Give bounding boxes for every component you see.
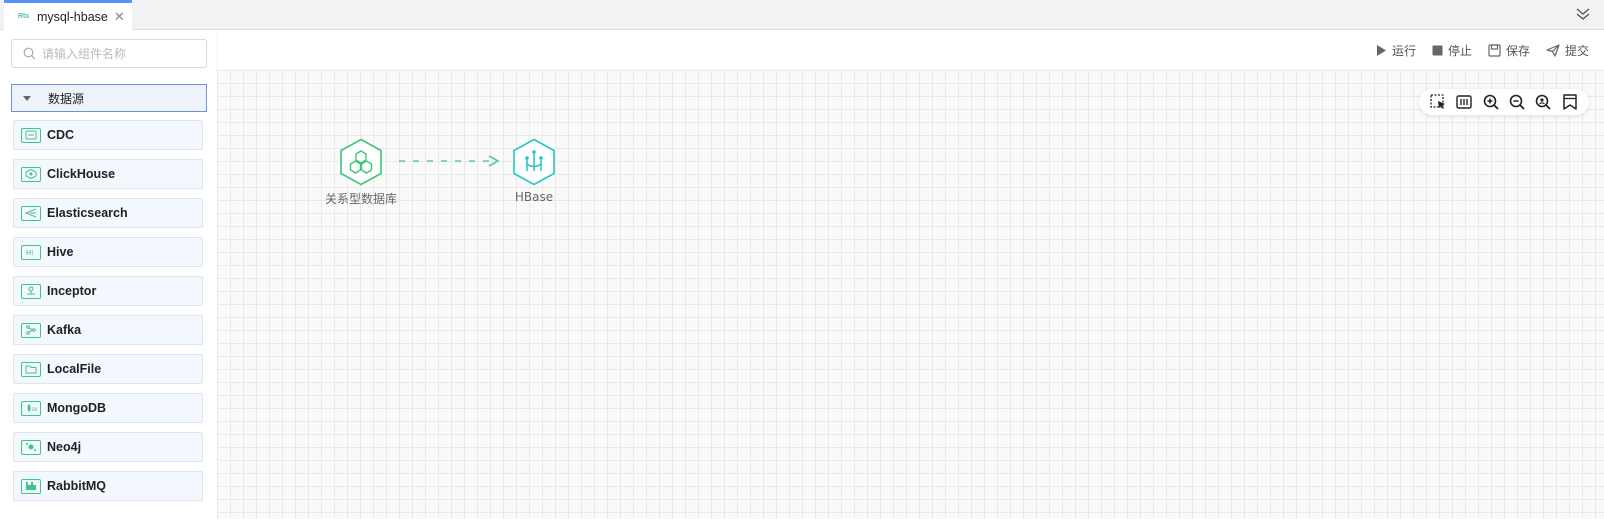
category-label: 数据源 <box>48 91 85 106</box>
tab-bar: Rtx mysql-hbase ✕ <box>0 0 1604 30</box>
search-input[interactable] <box>42 41 202 66</box>
actual-size-icon[interactable] <box>1534 93 1552 111</box>
component-item-elasticsearch[interactable]: Elasticsearch <box>13 198 203 228</box>
stop-icon <box>1432 45 1443 55</box>
component-item-label: ClickHouse <box>47 167 116 181</box>
database-icon <box>21 127 41 143</box>
component-item-neo4j[interactable]: Neo4j <box>13 432 203 462</box>
folder-icon <box>21 361 41 377</box>
svg-text:DB: DB <box>32 407 38 412</box>
component-item-label: MongoDB <box>47 401 107 415</box>
stop-label: 停止 <box>1447 43 1472 58</box>
component-item-hive[interactable]: Hi Hive <box>13 237 203 267</box>
component-item-rabbitmq[interactable]: RabbitMQ <box>13 471 203 501</box>
component-item-label: CDC <box>47 128 75 142</box>
component-item-mongodb[interactable]: DB MongoDB <box>13 393 203 423</box>
component-panel: 数据源 CDC ClickHouse Elasticsearch Hi Hive <box>0 30 217 519</box>
svg-text:Hi: Hi <box>26 249 33 257</box>
node-label: HBase <box>514 190 554 204</box>
component-item-label: Hive <box>47 245 74 259</box>
component-item-label: RabbitMQ <box>47 479 107 493</box>
bookmark-icon[interactable] <box>1561 93 1579 111</box>
component-item-kafka[interactable]: Kafka <box>13 315 203 345</box>
play-icon <box>1376 44 1386 56</box>
run-label: 运行 <box>1391 43 1416 58</box>
mongodb-icon: DB <box>21 400 41 416</box>
node-label: 关系型数据库 <box>325 192 398 206</box>
elasticsearch-icon <box>21 205 41 221</box>
rabbitmq-icon <box>21 478 41 494</box>
double-chevron-down-icon[interactable] <box>1574 5 1592 23</box>
component-item-label: Inceptor <box>47 284 97 298</box>
kafka-icon <box>21 322 41 338</box>
component-item-label: LocalFile <box>47 362 102 376</box>
clickhouse-icon <box>21 166 41 182</box>
component-item-inceptor[interactable]: Inceptor <box>13 276 203 306</box>
zoom-out-icon[interactable] <box>1508 93 1526 111</box>
component-item-clickhouse[interactable]: ClickHouse <box>13 159 203 189</box>
rtx-icon: Rtx <box>18 12 30 20</box>
canvas-tools <box>1419 89 1589 115</box>
canvas-toolbar: 运行 停止 保存 提交 <box>217 30 1604 70</box>
hbase-icon <box>513 138 555 186</box>
save-button[interactable]: 保存 <box>1488 42 1530 59</box>
inceptor-icon <box>21 283 41 299</box>
flow-canvas[interactable]: 关系型数据库 HBase <box>217 70 1604 519</box>
node-relational-db[interactable]: 关系型数据库 <box>325 138 397 207</box>
tab-mysql-hbase[interactable]: Rtx mysql-hbase ✕ <box>4 0 132 30</box>
relational-db-icon <box>340 138 382 186</box>
save-label: 保存 <box>1505 43 1530 58</box>
edge-connector[interactable] <box>397 154 507 168</box>
component-item-cdc[interactable]: CDC <box>13 120 203 150</box>
box-select-icon[interactable] <box>1429 93 1447 111</box>
stop-button[interactable]: 停止 <box>1432 42 1472 59</box>
fit-view-icon[interactable] <box>1455 93 1473 111</box>
hive-icon: Hi <box>21 244 41 260</box>
run-button[interactable]: 运行 <box>1375 42 1416 59</box>
send-icon <box>1546 43 1560 57</box>
submit-label: 提交 <box>1564 43 1589 58</box>
component-item-label: Neo4j <box>47 440 82 454</box>
save-icon <box>1488 43 1501 57</box>
close-icon[interactable]: ✕ <box>114 9 125 25</box>
zoom-in-icon[interactable] <box>1482 93 1500 111</box>
component-list: CDC ClickHouse Elasticsearch Hi Hive Inc… <box>13 120 203 510</box>
component-item-label: Elasticsearch <box>47 206 128 220</box>
tab-label: mysql-hbase <box>37 9 108 24</box>
category-datasource[interactable]: 数据源 <box>11 84 207 112</box>
node-hbase[interactable]: HBase <box>512 138 556 204</box>
search-icon <box>23 47 36 60</box>
neo4j-icon <box>21 439 41 455</box>
caret-down-icon <box>23 95 31 101</box>
component-item-localfile[interactable]: LocalFile <box>13 354 203 384</box>
component-search[interactable] <box>11 39 207 68</box>
submit-button[interactable]: 提交 <box>1546 42 1589 59</box>
component-item-label: Kafka <box>47 323 82 337</box>
